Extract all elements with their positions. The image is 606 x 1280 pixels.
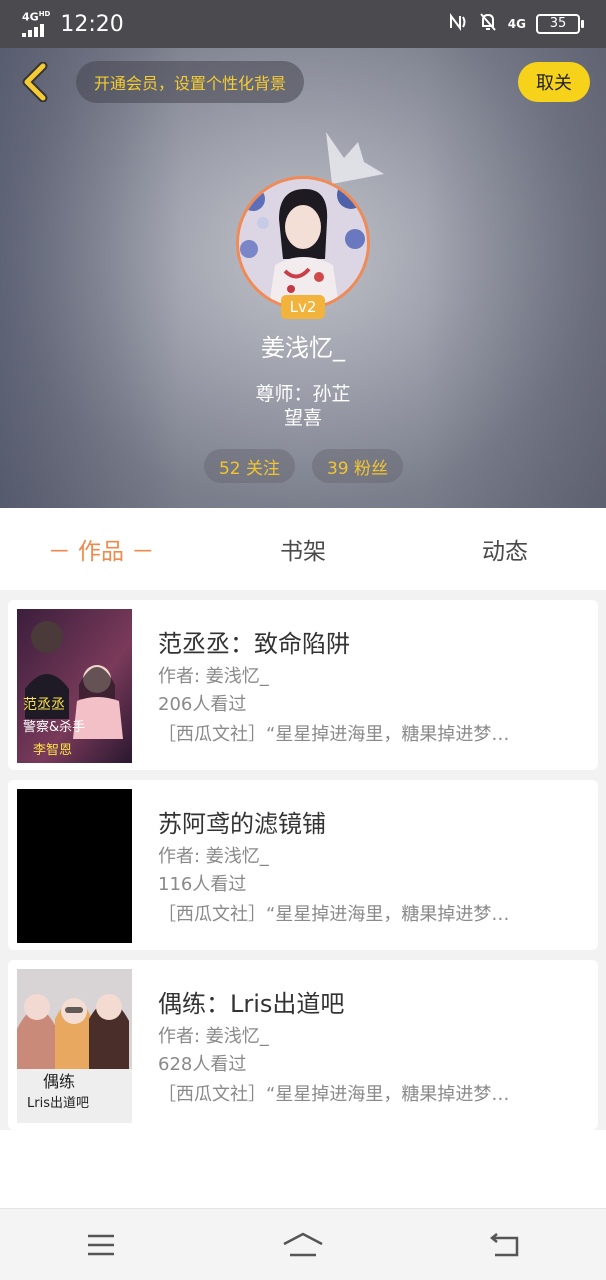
home-button[interactable] bbox=[202, 1209, 404, 1280]
work-card[interactable]: 范丞丞 警察&杀手 李智恩 范丞丞：致命陷阱 作者: 姜浅忆_ 206人看过 ［… bbox=[8, 600, 598, 770]
svg-text:李智恩: 李智恩 bbox=[33, 743, 72, 758]
mobile-data-label: 4G bbox=[507, 17, 526, 31]
vip-background-promo[interactable]: 开通会员，设置个性化背景 bbox=[76, 61, 305, 103]
svg-text:Lris出道吧: Lris出道吧 bbox=[27, 1096, 89, 1111]
work-title: 苏阿鸢的滤镜铺 bbox=[158, 810, 326, 838]
work-title: 范丞丞：致命陷阱 bbox=[158, 630, 350, 658]
fans-count[interactable]: 39 粉丝 bbox=[312, 449, 403, 483]
svg-text:警察&杀手: 警察&杀手 bbox=[23, 719, 85, 735]
status-bar: 4GHD 12:20 4G 35 bbox=[0, 0, 606, 48]
book-cover: 偶练 Lris出道吧 bbox=[17, 969, 132, 1123]
unfollow-button[interactable]: 取关 bbox=[518, 62, 590, 102]
avatar[interactable] bbox=[236, 176, 370, 310]
work-views: 628人看过 bbox=[158, 1054, 247, 1075]
following-count[interactable]: 52 关注 bbox=[204, 449, 295, 483]
battery-icon: 35 bbox=[536, 14, 584, 34]
work-author: 作者: 姜浅忆_ bbox=[158, 846, 269, 867]
system-nav-bar bbox=[0, 1208, 606, 1280]
tab-bookshelf[interactable]: 书架 bbox=[202, 508, 404, 590]
home-icon bbox=[283, 1232, 323, 1256]
back-button[interactable] bbox=[14, 60, 54, 104]
menu-icon bbox=[88, 1234, 114, 1255]
book-cover: 范丞丞 警察&杀手 李智恩 bbox=[17, 609, 132, 763]
work-card[interactable]: 苏阿鸢的滤镜铺 作者: 姜浅忆_ 116人看过 ［西瓜文社］“星星掉进海里，糖果… bbox=[8, 780, 598, 950]
work-card[interactable]: 偶练 Lris出道吧 偶练：Lris出道吧 作者: 姜浅忆_ 628人看过 ［西… bbox=[8, 960, 598, 1130]
work-description: ［西瓜文社］“星星掉进海里，糖果掉进梦… bbox=[158, 724, 510, 745]
book-cover bbox=[17, 789, 132, 943]
mentor-info: 尊师：孙芷 望喜 bbox=[255, 383, 351, 429]
svg-text:范丞丞: 范丞丞 bbox=[23, 696, 65, 713]
back-nav-button[interactable] bbox=[404, 1209, 606, 1280]
svg-text:偶练: 偶练 bbox=[43, 1072, 75, 1091]
signal-icon: 4GHD bbox=[22, 10, 50, 38]
menu-button[interactable] bbox=[0, 1209, 202, 1280]
chevron-left-icon bbox=[22, 62, 48, 102]
tab-works[interactable]: － 作品 － bbox=[0, 508, 202, 590]
clock: 12:20 bbox=[60, 11, 124, 37]
work-description: ［西瓜文社］“星星掉进海里，糖果掉进梦… bbox=[158, 1084, 510, 1105]
tab-activity[interactable]: 动态 bbox=[404, 508, 606, 590]
work-author: 作者: 姜浅忆_ bbox=[158, 666, 269, 687]
nfc-icon bbox=[448, 13, 468, 35]
profile-tabs: － 作品 － 书架 动态 bbox=[0, 508, 606, 590]
work-views: 206人看过 bbox=[158, 694, 247, 715]
work-views: 116人看过 bbox=[158, 874, 247, 895]
username: 姜浅忆_ bbox=[261, 334, 345, 362]
mute-bell-icon bbox=[478, 12, 498, 36]
list-footer-space bbox=[0, 1130, 606, 1208]
work-description: ［西瓜文社］“星星掉进海里，糖果掉进梦… bbox=[158, 904, 510, 925]
profile-header: 开通会员，设置个性化背景 取关 Lv2 姜浅忆_ 尊师：孙芷 望喜 52 关注 … bbox=[0, 48, 606, 508]
work-author: 作者: 姜浅忆_ bbox=[158, 1026, 269, 1047]
level-badge: Lv2 bbox=[281, 295, 325, 319]
work-title: 偶练：Lris出道吧 bbox=[158, 990, 345, 1018]
back-arrow-icon bbox=[489, 1232, 519, 1256]
